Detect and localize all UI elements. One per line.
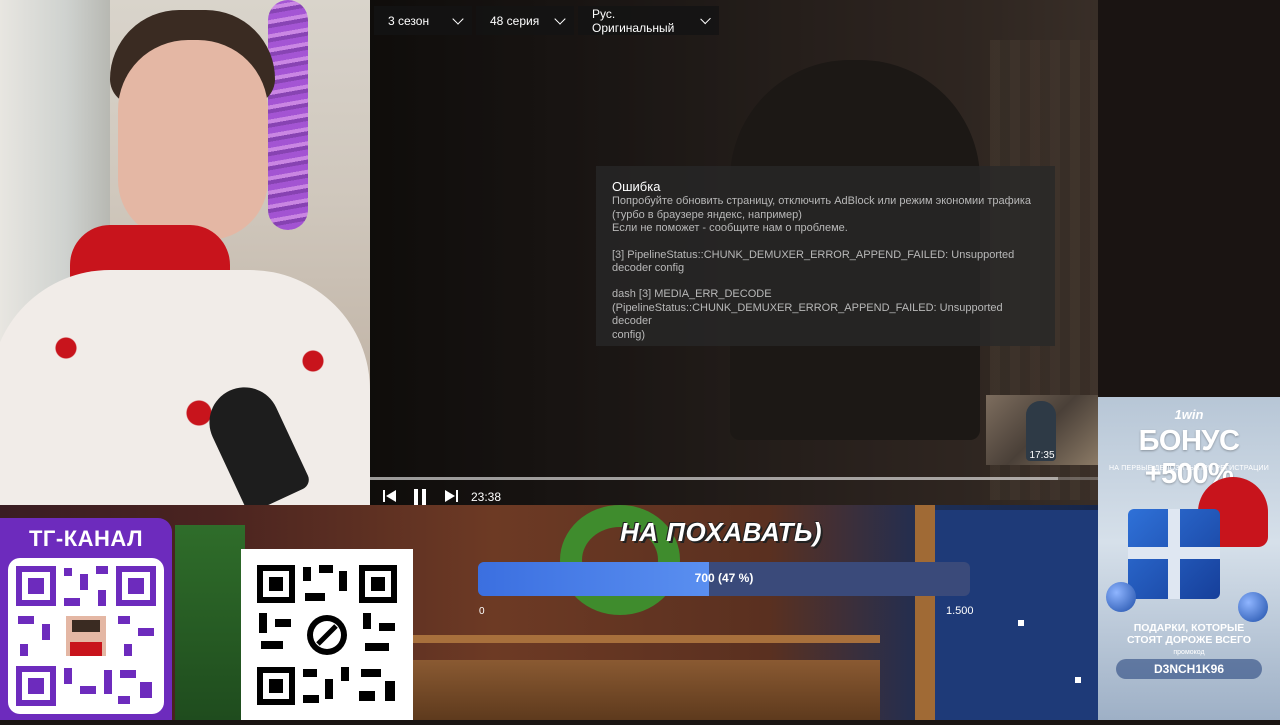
video-player[interactable]: 3 сезон 48 серия Рус. Оригинальный Ошибк… xyxy=(370,0,1098,512)
prev-icon xyxy=(383,490,396,502)
prev-button[interactable] xyxy=(382,488,402,506)
ad-banner[interactable]: 1win БОНУС +500% НА ПЕРВЫЕ ДЕПОЗИТЫ ПРИ … xyxy=(1098,397,1280,720)
pixel-tree xyxy=(175,525,245,720)
error-detail: decoder config xyxy=(612,262,685,275)
ornament-icon xyxy=(1238,592,1268,622)
season-select[interactable]: 3 сезон xyxy=(374,6,472,35)
tg-channel-title: ТГ-КАНАЛ xyxy=(28,526,144,551)
streamer-face xyxy=(118,40,268,240)
pixel-window-frame xyxy=(915,505,935,720)
error-detail: (PipelineStatus::CHUNK_DEMUXER_ERROR_APP… xyxy=(612,301,1003,328)
donation-qr-code[interactable] xyxy=(241,549,413,720)
error-line: (турбо в браузере яндекс, например) xyxy=(612,208,802,221)
season-select-label: 3 сезон xyxy=(388,13,430,28)
gift-box-icon xyxy=(1128,509,1220,599)
error-detail: dash [3] MEDIA_ERR_DECODE xyxy=(612,288,772,301)
pause-button[interactable] xyxy=(411,488,431,506)
donation-goal-max: 1.500 xyxy=(946,605,974,617)
snowflake xyxy=(1075,677,1081,683)
ad-bonus-title: БОНУС +500% xyxy=(1138,425,1240,490)
error-line: Если не поможет - сообщите нам о проблем… xyxy=(612,222,848,235)
ad-promo-code[interactable]: D3NCH1K96 xyxy=(1116,659,1262,679)
progress-bar[interactable] xyxy=(370,477,1098,480)
ad-gifts-text: ПОДАРКИ, КОТОРЫЕ СТОЯТ ДОРОЖЕ ВСЕГО xyxy=(1098,622,1280,646)
error-title: Ошибка xyxy=(612,179,661,194)
tinsel-decoration xyxy=(268,0,308,230)
audio-select-label: Рус. Оригинальный xyxy=(592,6,675,35)
stream-banner-text: НА ПОХАВАТЬ) xyxy=(620,517,823,547)
ornament-icon xyxy=(1106,582,1136,612)
episode-select-label: 48 серия xyxy=(490,13,540,28)
donation-goal-min: 0 xyxy=(479,606,485,617)
error-detail: [3] PipelineStatus::CHUNK_DEMUXER_ERROR_… xyxy=(612,248,1015,261)
tg-channel-panel[interactable]: ТГ-КАНАЛ xyxy=(0,518,172,720)
ad-gifts-line: ПОДАРКИ, КОТОРЫЕ xyxy=(1133,622,1245,634)
pixel-shelf-top xyxy=(410,635,880,643)
chevron-down-icon xyxy=(699,13,711,24)
snowflake xyxy=(1018,620,1024,626)
ad-bonus-subtitle: НА ПЕРВЫЕ ДЕПОЗИТЫ ПРИ РЕГИСТРАЦИИ xyxy=(1109,465,1269,472)
ad-gifts-line: СТОЯТ ДОРОЖЕ ВСЕГО xyxy=(1126,634,1252,646)
ad-promo-label: промокод xyxy=(1173,649,1205,656)
episode-select[interactable]: 48 серия xyxy=(476,6,574,35)
streamer-sweater xyxy=(0,270,370,505)
webcam-feed xyxy=(0,0,370,505)
pause-icon xyxy=(414,489,426,505)
current-time: 23:38 xyxy=(471,490,502,504)
error-dialog: Ошибка Попробуйте обновить страницу, отк… xyxy=(596,166,1055,346)
next-button[interactable] xyxy=(443,488,463,506)
error-line: Попробуйте обновить страницу, отключить … xyxy=(612,195,1032,208)
error-detail: config) xyxy=(612,328,646,341)
pixel-shelf xyxy=(410,660,880,720)
ad-brand-logo: 1win xyxy=(1174,407,1204,422)
audio-select[interactable]: Рус. Оригинальный xyxy=(578,6,719,35)
progress-buffer xyxy=(370,477,1058,480)
next-icon xyxy=(445,490,458,502)
donation-goal-bar: 700 (47 %) xyxy=(478,562,970,596)
tg-qr-code xyxy=(8,558,164,714)
chevron-down-icon xyxy=(554,12,566,25)
seek-preview-thumbnail: 17:35 xyxy=(986,395,1098,465)
preview-time: 17:35 xyxy=(1029,450,1055,461)
donation-goal-text: 700 (47 %) xyxy=(694,571,754,585)
chevron-down-icon xyxy=(452,12,464,25)
